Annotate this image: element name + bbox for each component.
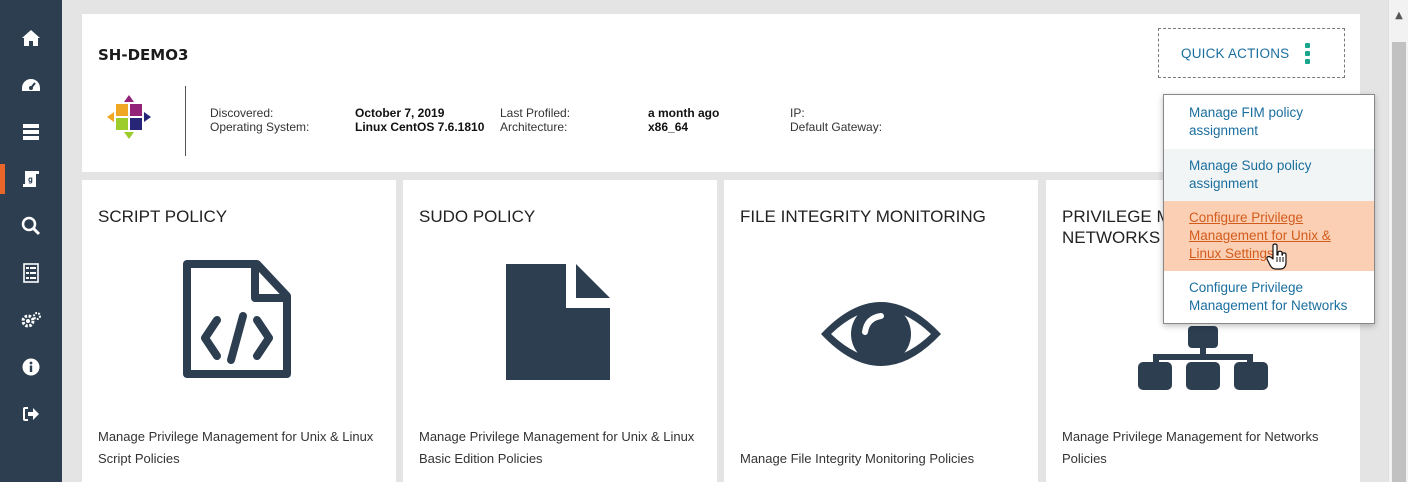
gears-icon: [21, 312, 41, 328]
card-description: Manage File Integrity Monitoring Policie…: [740, 451, 975, 466]
os-value: Linux CentOS 7.6.1810: [355, 120, 485, 134]
discovered-value: October 7, 2019: [355, 106, 445, 120]
page-scrollbar[interactable]: ▲: [1388, 0, 1408, 482]
os-label: Operating System:: [210, 120, 310, 134]
ip-label: IP:: [790, 106, 805, 120]
list-icon: [23, 263, 39, 283]
quick-actions-button[interactable]: QUICK ACTIONS: [1158, 28, 1345, 78]
card-title: FILE INTEGRITY MONITORING: [740, 207, 986, 226]
quick-actions-label: QUICK ACTIONS: [1181, 45, 1290, 61]
svg-text:g: g: [28, 175, 33, 184]
last-profiled-value: a month ago: [648, 106, 720, 120]
nav-home[interactable]: [0, 19, 62, 57]
card-file-integrity-monitoring[interactable]: FILE INTEGRITY MONITORING Manage File In…: [724, 180, 1038, 482]
scroll-up-arrow-icon[interactable]: ▲: [1389, 10, 1408, 24]
architecture-value: x86_64: [648, 120, 689, 134]
nav-settings[interactable]: [0, 301, 62, 339]
card-title: PRIVILEGE M NETWORKS: [1062, 207, 1171, 247]
quick-actions-menu: Manage FIM policy assignment Manage Sudo…: [1163, 94, 1375, 324]
architecture-label: Architecture:: [500, 120, 568, 134]
card-description: Manage Privilege Management for Unix & L…: [98, 429, 374, 466]
nav-logout[interactable]: [0, 395, 62, 433]
menu-item-manage-fim-policy[interactable]: Manage FIM policy assignment: [1164, 95, 1374, 149]
gateway-label: Default Gateway:: [790, 120, 883, 134]
discovered-label: Discovered:: [210, 106, 274, 120]
card-sudo-policy[interactable]: SUDO POLICY Manage Privilege Management …: [403, 180, 717, 482]
vertical-ellipsis-icon: [1305, 42, 1311, 64]
eye-icon: [821, 302, 941, 366]
asset-name: SH-DEMO3: [98, 46, 189, 64]
dashboard-gauge-icon: [22, 79, 40, 91]
centos-logo: [107, 95, 151, 139]
nav-search[interactable]: [0, 207, 62, 245]
nav-info[interactable]: [0, 348, 62, 386]
card-script-policy[interactable]: SCRIPT POLICY Manage Privilege Managemen…: [82, 180, 396, 482]
sidebar-nav: g: [0, 0, 62, 482]
sitemap-icon: [1138, 326, 1268, 390]
menu-item-manage-sudo-policy[interactable]: Manage Sudo policy assignment: [1164, 149, 1374, 201]
menu-item-configure-pm-networks[interactable]: Configure Privilege Management for Netwo…: [1164, 271, 1374, 323]
nav-dashboard[interactable]: [0, 66, 62, 104]
home-icon: [22, 30, 40, 46]
scroll-thumb[interactable]: [1392, 42, 1406, 482]
code-file-icon: [183, 260, 291, 378]
search-icon: [21, 216, 41, 236]
file-icon: [506, 264, 610, 380]
card-title: SUDO POLICY: [419, 207, 536, 226]
card-description: Manage Privilege Management for Networks…: [1062, 429, 1319, 466]
last-profiled-label: Last Profiled:: [500, 106, 571, 120]
card-title: SCRIPT POLICY: [98, 207, 228, 226]
info-icon: [22, 358, 40, 376]
script-policy-icon: g: [23, 171, 39, 187]
nav-policies[interactable]: g: [0, 160, 62, 198]
hand-pointer-icon: [1266, 243, 1287, 270]
sign-out-icon: [23, 407, 39, 421]
card-description: Manage Privilege Management for Unix & L…: [419, 429, 695, 466]
nav-reports[interactable]: [0, 254, 62, 292]
server-icon: [23, 124, 39, 140]
nav-assets[interactable]: [0, 113, 62, 151]
header-divider: [185, 86, 186, 156]
